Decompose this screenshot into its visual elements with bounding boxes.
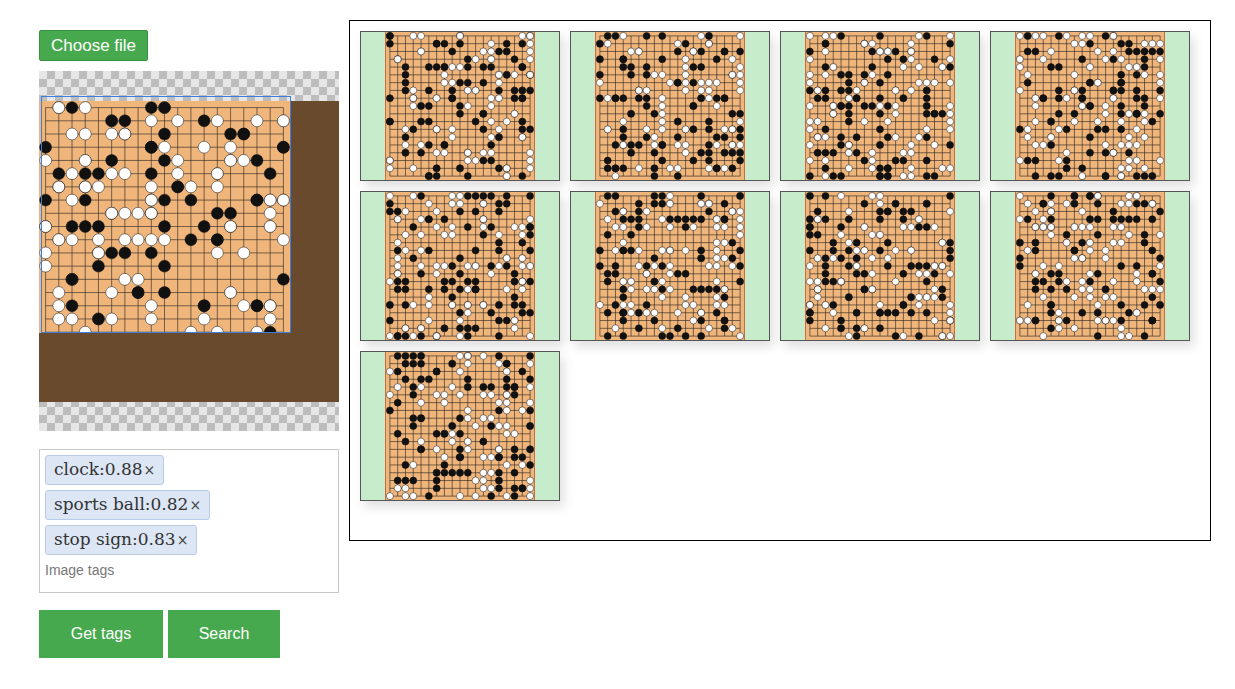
go-board-icon [39,101,290,333]
result-thumbnail[interactable] [990,191,1190,341]
go-board-icon [1016,192,1164,340]
go-board-icon [386,192,534,340]
tag-chip: stop sign:0.83× [45,525,197,555]
result-thumbnail[interactable] [990,31,1190,181]
tag-remove-button[interactable]: × [177,530,189,551]
result-thumbnail[interactable] [360,191,560,341]
go-board-icon [386,32,534,180]
result-thumbnail[interactable] [360,351,560,501]
left-panel: Choose file clock:0.88× sports ball:0.82× s… [39,20,339,658]
tag-chip: sports ball:0.82× [45,490,210,520]
result-thumbnail[interactable] [570,191,770,341]
results-panel [349,20,1211,541]
choose-file-button[interactable]: Choose file [39,30,148,61]
go-board-icon [596,32,744,180]
action-button[interactable]: Search [168,610,280,658]
tag-placeholder: Image tags [45,560,114,581]
go-board-icon [806,32,954,180]
result-thumbnail[interactable] [780,31,980,181]
crop-box[interactable] [41,96,291,333]
result-thumbnail[interactable] [360,31,560,181]
go-board-icon [1016,32,1164,180]
tag-remove-button[interactable]: × [144,460,156,481]
tag-chip: clock:0.88× [45,455,164,485]
action-button[interactable]: Get tags [39,610,163,658]
result-thumbnail[interactable] [570,31,770,181]
preview-image [39,101,339,402]
action-buttons: Get tagsSearch [39,610,339,658]
go-board-icon [806,192,954,340]
tag-remove-button[interactable]: × [189,495,201,516]
image-preview[interactable] [39,71,339,431]
go-board-icon [386,352,534,500]
tag-input[interactable]: clock:0.88× sports ball:0.82× stop sign:0.… [39,449,339,593]
go-board-icon [596,192,744,340]
result-thumbnail[interactable] [780,191,980,341]
